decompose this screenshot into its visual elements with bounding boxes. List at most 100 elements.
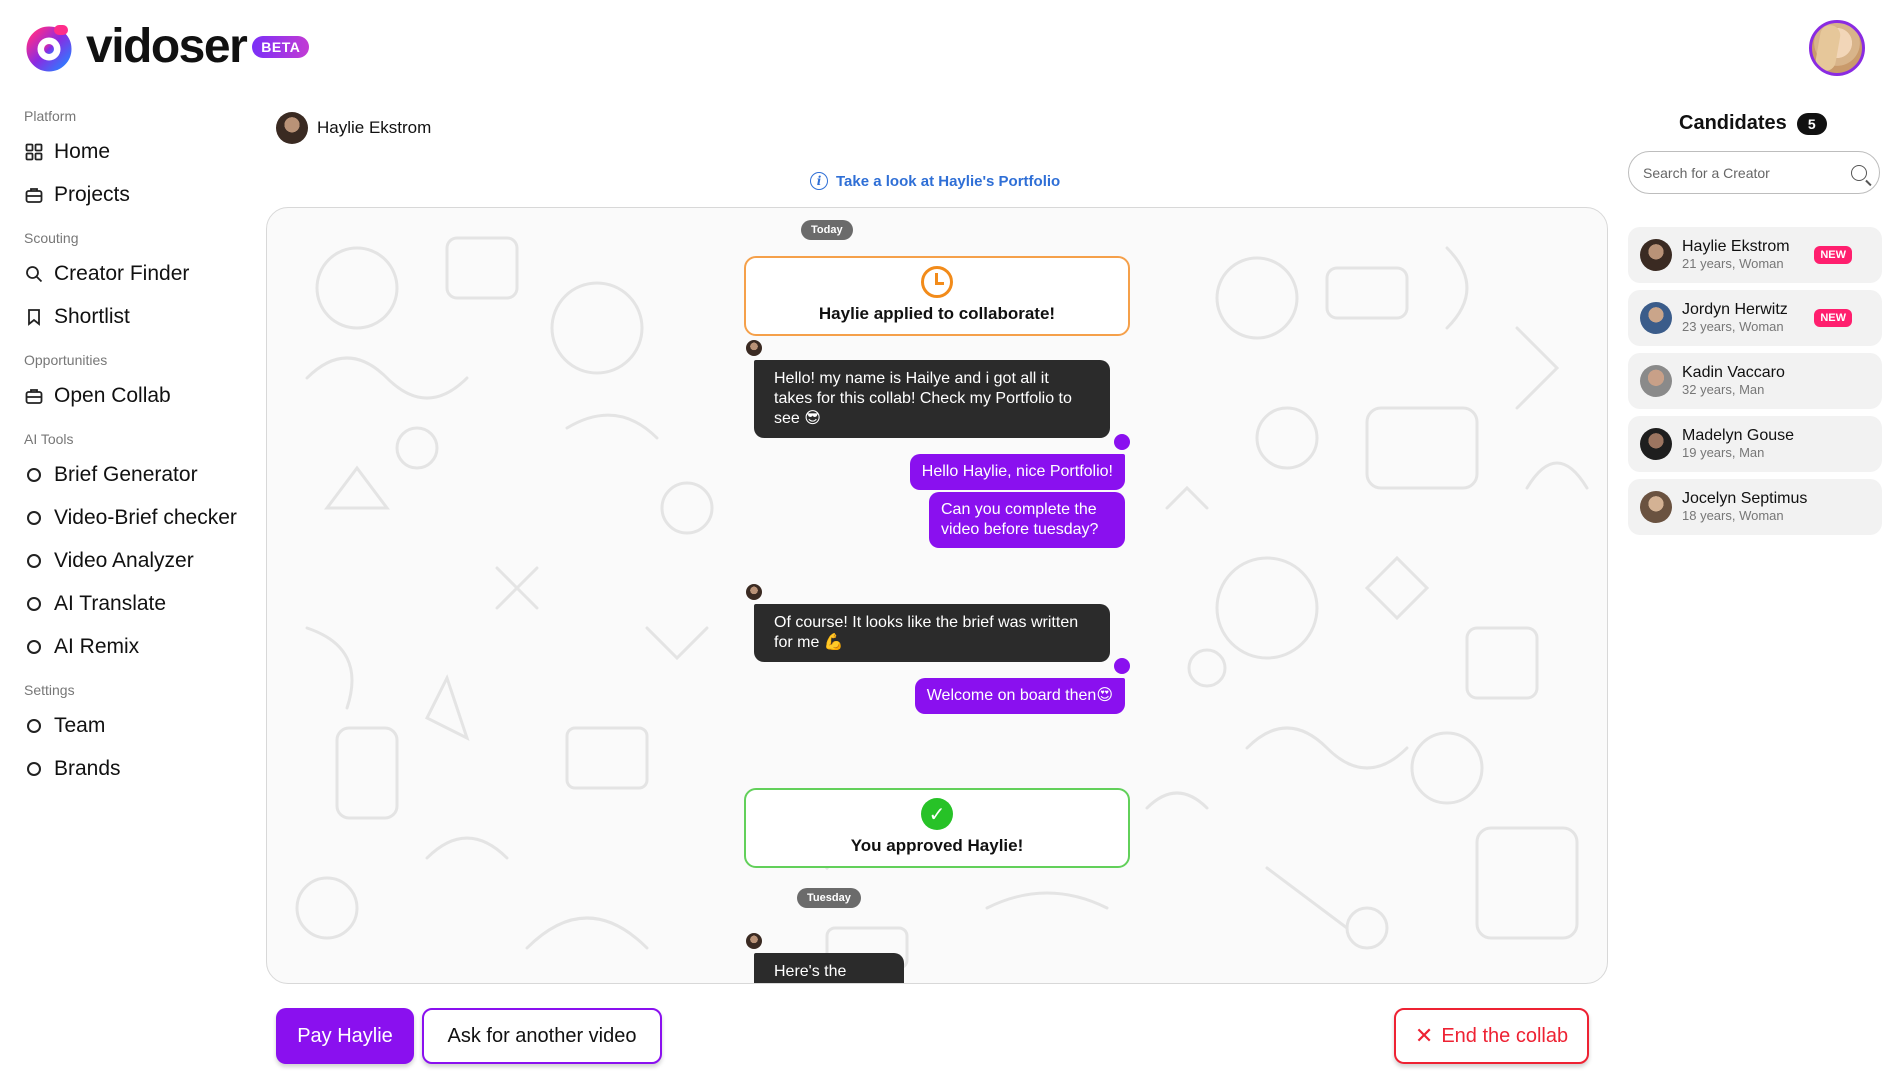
- circle-icon: [24, 508, 44, 528]
- sidebar-item-label: Video Analyzer: [54, 548, 194, 572]
- sidebar-item-open-collab[interactable]: Open Collab: [24, 374, 254, 417]
- brand-name: vidoser: [86, 20, 248, 73]
- candidate-list: Haylie Ekstrom 21 years, Woman NEW Jordy…: [1628, 227, 1882, 542]
- candidates-title: Candidates: [1679, 112, 1787, 134]
- message-outgoing: Welcome on board then😍: [914, 678, 1125, 714]
- clock-icon: [921, 266, 953, 298]
- candidate-item[interactable]: Jocelyn Septimus 18 years, Woman: [1628, 479, 1882, 535]
- sender-dot: [1114, 658, 1130, 674]
- sender-avatar: [746, 584, 762, 600]
- sidebar-item-shortlist[interactable]: Shortlist: [24, 295, 254, 338]
- date-pill-tuesday: Tuesday: [797, 888, 861, 908]
- briefcase-icon: [24, 185, 44, 205]
- avatar: [1640, 239, 1672, 271]
- candidate-name: Kadin Vaccaro: [1682, 364, 1785, 381]
- approved-text: You approved Haylie!: [850, 836, 1024, 855]
- ask-another-video-button[interactable]: Ask for another video: [422, 1008, 662, 1064]
- creator-search[interactable]: [1628, 151, 1880, 194]
- sidebar-item-ai-remix[interactable]: AI Remix: [24, 625, 254, 668]
- avatar: [1640, 491, 1672, 523]
- applied-card: Haylie applied to collaborate!: [744, 256, 1130, 336]
- pay-button[interactable]: Pay Haylie: [276, 1008, 414, 1064]
- chat-panel[interactable]: Today Haylie applied to collaborate! Hel…: [266, 207, 1608, 984]
- sidebar-item-video-analyzer[interactable]: Video Analyzer: [24, 539, 254, 582]
- approved-card: ✓ You approved Haylie!: [744, 788, 1130, 868]
- avatar: [1640, 428, 1672, 460]
- search-icon[interactable]: [1851, 164, 1867, 181]
- section-label-scouting: Scouting: [24, 230, 79, 246]
- search-icon: [24, 264, 44, 284]
- sidebar-item-brands[interactable]: Brands: [24, 747, 254, 790]
- sidebar-item-label: Creator Finder: [54, 261, 190, 285]
- circle-icon: [24, 716, 44, 736]
- avatar: [1640, 302, 1672, 334]
- avatar: [1640, 365, 1672, 397]
- candidate-meta: 32 years, Man: [1682, 382, 1765, 397]
- sidebar-item-label: Projects: [54, 182, 130, 206]
- candidates-header: Candidates 5: [1679, 112, 1827, 135]
- end-collab-label: End the collab: [1441, 1024, 1569, 1047]
- beta-badge: BETA: [252, 36, 310, 58]
- sidebar-item-label: Brief Generator: [54, 462, 198, 486]
- circle-icon: [24, 759, 44, 779]
- sidebar: Platform Home Projects Scouting Creator …: [24, 108, 254, 790]
- portfolio-link[interactable]: i Take a look at Haylie's Portfolio: [810, 172, 1060, 190]
- grid-icon: [24, 142, 44, 162]
- close-icon: ✕: [1414, 1023, 1434, 1048]
- sidebar-item-video-brief-checker[interactable]: Video-Brief checker: [24, 496, 254, 539]
- candidate-meta: 18 years, Woman: [1682, 508, 1784, 523]
- circle-icon: [24, 551, 44, 571]
- message-incoming: Of course! It looks like the brief was w…: [754, 604, 1110, 662]
- message-incoming: Here's the video!: [754, 953, 904, 983]
- sender-avatar: [746, 340, 762, 356]
- portfolio-link-label: Take a look at Haylie's Portfolio: [836, 172, 1061, 190]
- new-badge: NEW: [1814, 246, 1852, 264]
- candidate-item[interactable]: Madelyn Gouse 19 years, Man: [1628, 416, 1882, 472]
- candidate-item[interactable]: Haylie Ekstrom 21 years, Woman NEW: [1628, 227, 1882, 283]
- circle-icon: [24, 594, 44, 614]
- circle-icon: [24, 637, 44, 657]
- candidate-name: Madelyn Gouse: [1682, 427, 1795, 444]
- sidebar-item-label: Team: [54, 713, 106, 737]
- sidebar-item-label: Open Collab: [54, 383, 171, 407]
- logo-icon: [24, 22, 74, 72]
- info-icon: i: [810, 172, 828, 190]
- sidebar-item-label: Video-Brief checker: [54, 505, 237, 529]
- sidebar-item-projects[interactable]: Projects: [24, 173, 254, 216]
- search-input[interactable]: [1643, 164, 1851, 181]
- sidebar-item-ai-translate[interactable]: AI Translate: [24, 582, 254, 625]
- candidate-meta: 21 years, Woman: [1682, 256, 1784, 271]
- chat-person[interactable]: Haylie Ekstrom: [276, 112, 431, 144]
- sidebar-item-label: Home: [54, 139, 111, 163]
- section-label-ai-tools: AI Tools: [24, 431, 74, 447]
- sender-dot: [1114, 434, 1130, 450]
- sidebar-item-creator-finder[interactable]: Creator Finder: [24, 252, 254, 295]
- sidebar-item-brief-generator[interactable]: Brief Generator: [24, 453, 254, 496]
- candidate-name: Haylie Ekstrom: [1682, 238, 1790, 255]
- message-outgoing: Can you complete the video before tuesda…: [929, 492, 1125, 548]
- chat-person-name: Haylie Ekstrom: [317, 118, 432, 137]
- sidebar-item-label: Brands: [54, 756, 121, 780]
- message-outgoing: Hello Haylie, nice Portfolio!: [909, 454, 1125, 490]
- avatar: [276, 112, 308, 144]
- section-label-platform: Platform: [24, 108, 77, 124]
- sidebar-item-label: AI Translate: [54, 591, 167, 615]
- candidate-name: Jocelyn Septimus: [1682, 490, 1808, 507]
- section-label-opportunities: Opportunities: [24, 352, 108, 368]
- candidate-item[interactable]: Kadin Vaccaro 32 years, Man: [1628, 353, 1882, 409]
- new-badge: NEW: [1814, 309, 1852, 327]
- user-avatar[interactable]: [1809, 20, 1865, 76]
- date-pill-today: Today: [801, 220, 853, 240]
- briefcase-icon: [24, 386, 44, 406]
- section-label-settings: Settings: [24, 682, 75, 698]
- sidebar-item-team[interactable]: Team: [24, 704, 254, 747]
- brand-logo[interactable]: vidoser BETA: [24, 20, 310, 73]
- end-collab-button[interactable]: ✕ End the collab: [1394, 1008, 1589, 1064]
- sidebar-item-home[interactable]: Home: [24, 130, 254, 173]
- sidebar-item-label: Shortlist: [54, 304, 130, 328]
- bookmark-icon: [24, 307, 44, 327]
- candidate-item[interactable]: Jordyn Herwitz 23 years, Woman NEW: [1628, 290, 1882, 346]
- candidate-meta: 19 years, Man: [1682, 445, 1765, 460]
- candidates-count-badge: 5: [1796, 112, 1827, 135]
- message-incoming: Hello! my name is Hailye and i got all i…: [754, 360, 1110, 438]
